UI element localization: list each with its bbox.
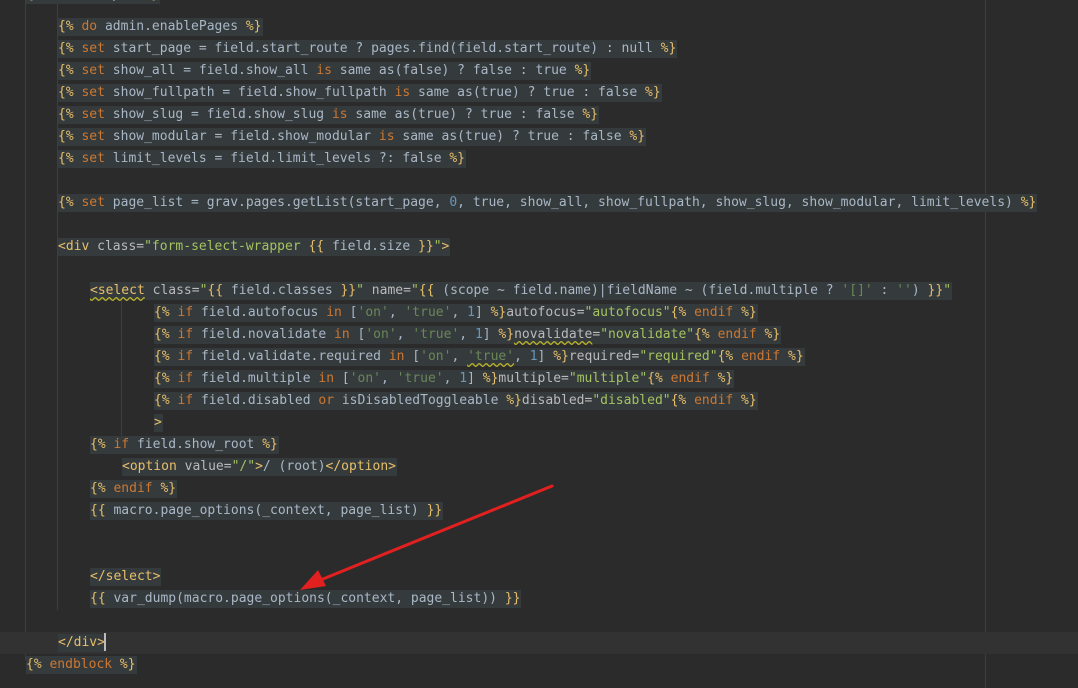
arrow-head (300, 570, 326, 590)
arrow-shaft (316, 484, 554, 583)
annotation-arrow (300, 484, 554, 590)
code-editor[interactable]: {% block input %}{% do admin.enablePages… (0, 0, 1078, 688)
